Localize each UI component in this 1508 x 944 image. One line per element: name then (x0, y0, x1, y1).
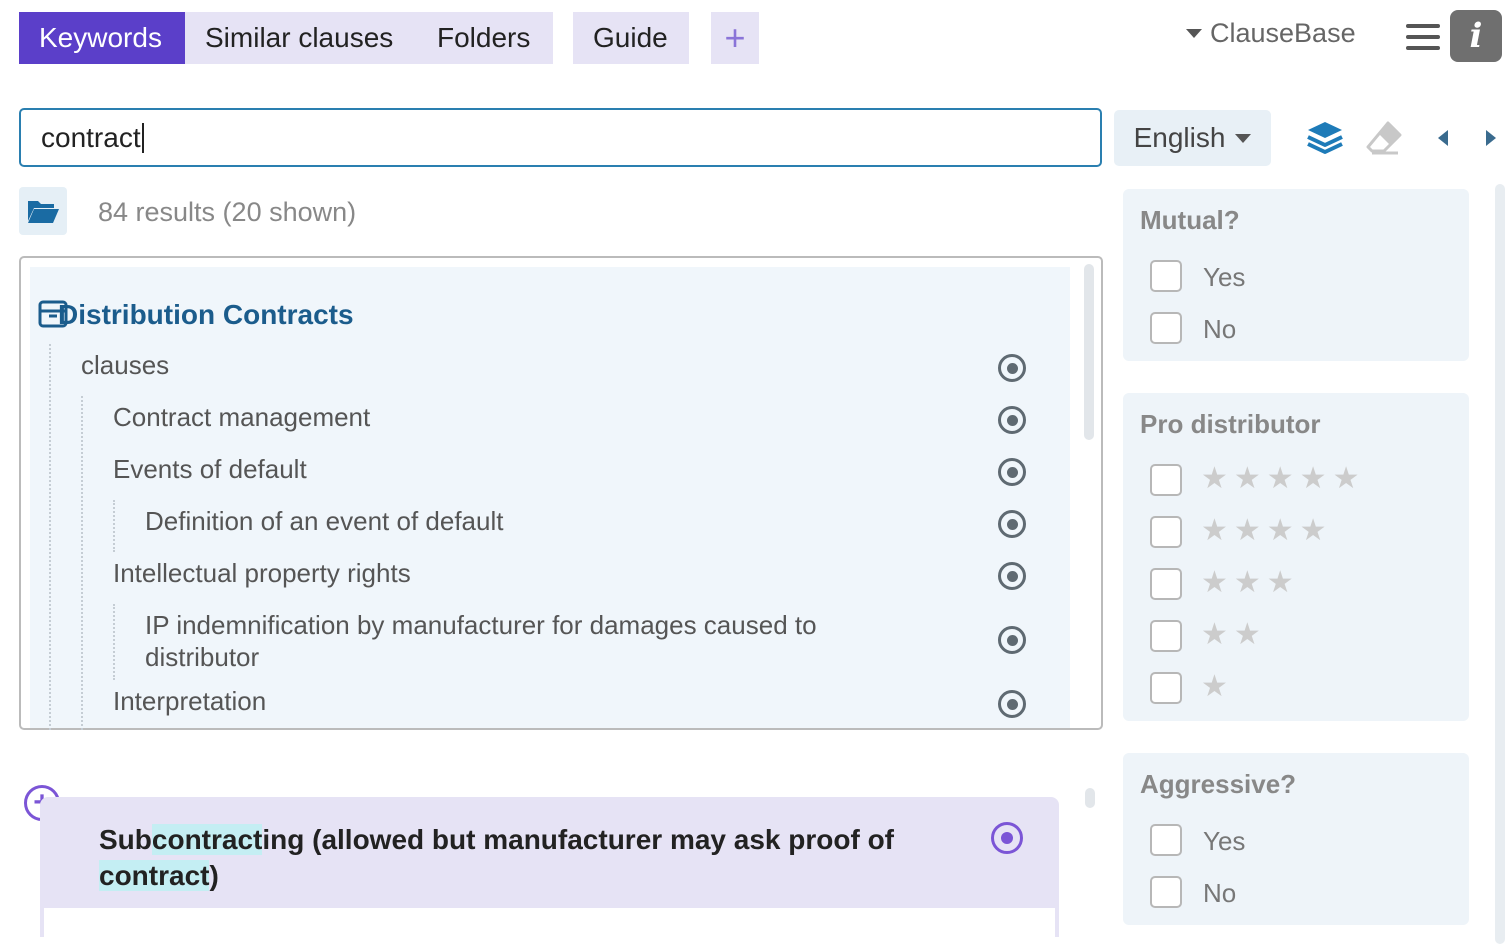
checkbox-label: Yes (1203, 262, 1246, 292)
filter-mutual-panel: Mutual? Yes No (1123, 189, 1469, 361)
checkbox-icon[interactable] (1150, 312, 1182, 344)
filters-scrollbar[interactable] (1495, 184, 1505, 944)
target-icon[interactable] (998, 458, 1026, 486)
tree-guide-line (113, 500, 115, 552)
tree-item[interactable]: clauses (81, 349, 169, 381)
menu-icon[interactable] (1406, 24, 1440, 52)
tree-guide-line (49, 344, 51, 730)
tab-similar-clauses[interactable]: Similar clauses (185, 12, 410, 64)
filter-title: Pro distributor (1140, 409, 1321, 439)
checkbox-icon[interactable] (1150, 620, 1182, 652)
target-icon[interactable] (998, 510, 1026, 538)
checkbox-icon[interactable] (1150, 876, 1182, 908)
arrow-right-icon[interactable] (1484, 128, 1498, 148)
eraser-icon[interactable] (1366, 121, 1402, 155)
tree-title[interactable]: Distribution Contracts (58, 299, 354, 331)
open-folder-button[interactable] (19, 187, 67, 235)
tab-guide[interactable]: Guide (573, 12, 689, 64)
tree-item[interactable]: Contract management (113, 401, 370, 433)
add-tab-button[interactable]: + (711, 12, 759, 64)
target-icon[interactable] (998, 406, 1026, 434)
filter-aggressive-panel: Aggressive? Yes No (1123, 753, 1469, 925)
brand-dropdown[interactable]: ClauseBase (1186, 18, 1356, 49)
star-icon: ★★ (1201, 618, 1267, 651)
checkbox-label: No (1203, 878, 1237, 908)
target-icon[interactable] (998, 354, 1026, 382)
checkbox-icon[interactable] (1150, 672, 1182, 704)
tree-guide-line (81, 396, 83, 730)
search-input[interactable]: contract (19, 108, 1102, 167)
tree-item[interactable]: Events of default (113, 453, 307, 485)
plus-icon: + (724, 17, 746, 58)
star-icon: ★★★★ (1201, 514, 1333, 547)
tab-folders[interactable]: Folders (410, 12, 553, 64)
target-icon[interactable] (998, 690, 1026, 718)
results-count: 84 results (20 shown) (98, 197, 357, 227)
chevron-down-icon (1186, 29, 1202, 38)
folder-open-icon (28, 201, 59, 223)
star-icon: ★★★★★ (1201, 462, 1366, 495)
filter-title: Mutual? (1140, 205, 1240, 235)
search-input-value: contract (41, 121, 141, 153)
checkbox-icon[interactable] (1150, 464, 1182, 496)
clause-title[interactable]: Subcontracting (allowed but manufacturer… (99, 822, 969, 894)
checkbox-icon[interactable] (1150, 824, 1182, 856)
tree-item[interactable]: Definition of an event of default (145, 505, 503, 537)
brand-label: ClauseBase (1210, 18, 1356, 48)
checkbox-icon[interactable] (1150, 568, 1182, 600)
tree-guide-line (113, 604, 115, 680)
arrow-left-icon[interactable] (1436, 128, 1450, 148)
results-scrollbar[interactable] (1085, 788, 1095, 808)
filter-title: Aggressive? (1140, 769, 1297, 799)
text-caret (141, 122, 144, 153)
star-icon: ★ (1201, 670, 1234, 703)
language-select-value: English (1133, 122, 1226, 153)
info-icon[interactable]: i (1450, 10, 1502, 62)
target-icon[interactable] (998, 562, 1026, 590)
checkbox-label: Yes (1203, 826, 1246, 856)
tree-item[interactable]: Intellectual property rights (113, 557, 411, 589)
star-icon: ★★★ (1201, 566, 1300, 599)
filter-pro-distributor-panel: Pro distributor ★★★★★ ★★★★ ★★★ ★★ ★ (1123, 393, 1469, 721)
tree-item[interactable]: Interpretation (113, 685, 266, 717)
chevron-down-icon (1235, 133, 1252, 143)
layers-icon[interactable] (1306, 120, 1344, 156)
tab-keywords[interactable]: Keywords (19, 12, 185, 64)
target-icon[interactable] (991, 822, 1023, 854)
language-select[interactable]: English (1114, 110, 1271, 166)
tree-scrollbar[interactable] (1084, 264, 1094, 440)
target-icon[interactable] (998, 626, 1026, 654)
clause-body (44, 908, 1055, 938)
tree-item[interactable]: IP indemnification by manufacturer for d… (145, 609, 905, 673)
checkbox-icon[interactable] (1150, 260, 1182, 292)
checkbox-label: No (1203, 314, 1237, 344)
checkbox-icon[interactable] (1150, 516, 1182, 548)
